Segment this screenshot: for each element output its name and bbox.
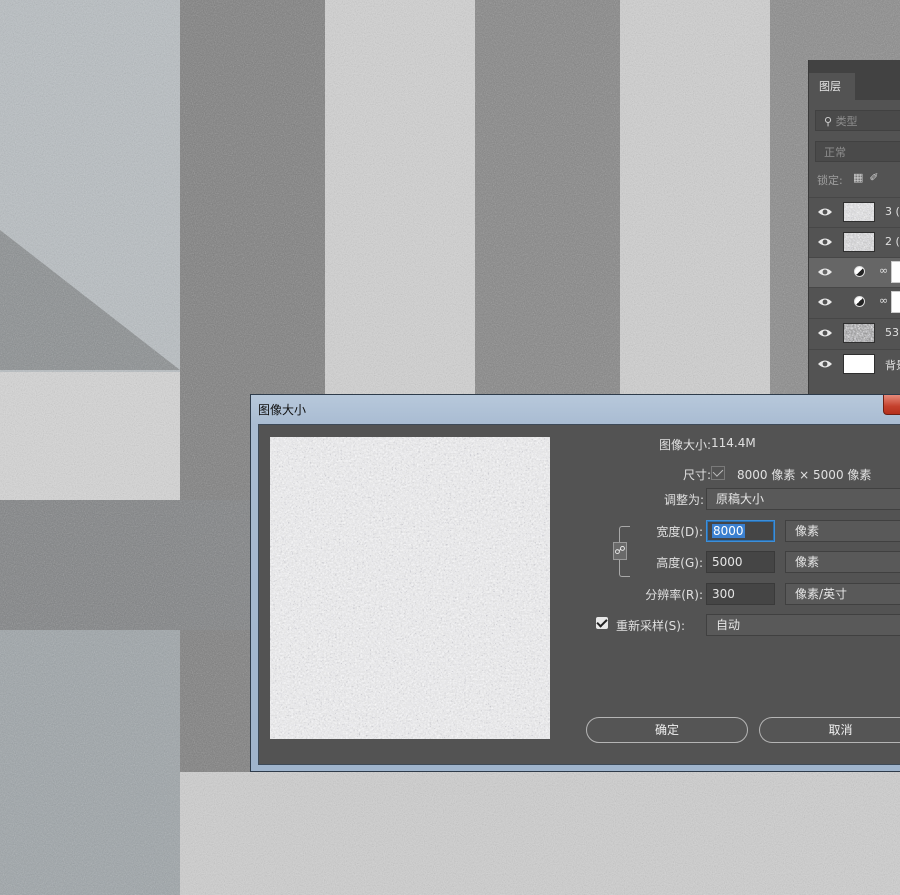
layer-thumbnail xyxy=(843,323,875,343)
eye-icon[interactable] xyxy=(817,236,833,248)
layer-filter-label: 类型 xyxy=(835,115,858,128)
layer-row[interactable]: 2 (2 xyxy=(809,227,900,257)
resample-label: 重新采样(S): xyxy=(616,619,686,633)
link-icon: ∞ xyxy=(879,294,889,307)
cancel-button[interactable]: 取消 xyxy=(759,717,900,743)
resolution-unit-select[interactable]: 像素/英寸 xyxy=(785,583,900,605)
adjustment-layer-icon xyxy=(854,266,865,277)
preview-texture xyxy=(270,437,550,739)
width-input[interactable]: 8000 xyxy=(706,520,775,542)
blend-mode-select[interactable]: 正常 xyxy=(815,141,900,162)
lock-transparent-icon[interactable]: ▦ xyxy=(853,171,869,184)
layer-row[interactable]: 3 ( xyxy=(809,197,900,227)
layer-row-selected[interactable]: ∞ xyxy=(809,257,900,287)
layer-name: 3 ( xyxy=(885,205,900,218)
resample-method-select[interactable]: 自动 xyxy=(706,614,900,636)
dimensions-value: 8000 像素 × 5000 像素 xyxy=(737,468,872,482)
image-size-dialog: 图像大小 图像大小: 114.4M 尺寸: 8000 像素 × 5000 像素 … xyxy=(250,394,900,772)
lock-icons: ▦✐ xyxy=(853,171,885,184)
layers-panel-tabbar: 图层 xyxy=(809,60,900,100)
tab-layers[interactable]: 图层 xyxy=(809,73,855,100)
resolution-input[interactable]: 300 xyxy=(706,583,775,605)
link-icon: ∞ xyxy=(879,264,889,277)
dialog-title: 图像大小 xyxy=(258,403,307,417)
adjustment-layer-icon xyxy=(854,296,865,307)
close-button[interactable] xyxy=(883,395,900,415)
layer-thumbnail xyxy=(843,232,875,252)
eye-icon[interactable] xyxy=(817,296,833,308)
layer-name: 53 xyxy=(885,326,899,339)
lock-paint-icon[interactable]: ✐ xyxy=(869,171,884,184)
search-icon: ⚲ xyxy=(824,115,833,128)
layer-row[interactable]: 53 xyxy=(809,318,900,348)
eye-icon[interactable] xyxy=(817,327,833,339)
height-label: 高度(G): xyxy=(656,556,703,570)
dimensions-menu-icon[interactable] xyxy=(711,466,725,480)
layer-name: 背景 xyxy=(885,359,900,372)
height-unit-select[interactable]: 像素 xyxy=(785,551,900,573)
layers-panel: 图层 ⚲ 类型 正常 锁定: ▦✐ 3 ( 2 (2 ∞ ∞ 53 背景 xyxy=(808,60,900,400)
resolution-label: 分辨率(R): xyxy=(645,588,703,602)
ok-button[interactable]: 确定 xyxy=(586,717,748,743)
dimensions-label: 尺寸: xyxy=(682,468,711,482)
layer-mask-thumbnail[interactable] xyxy=(891,261,900,283)
eye-icon[interactable] xyxy=(817,266,833,278)
eye-icon[interactable] xyxy=(817,206,833,218)
layer-mask-thumbnail[interactable] xyxy=(891,291,900,313)
height-input[interactable]: 5000 xyxy=(706,551,775,573)
layer-thumbnail xyxy=(843,202,875,222)
image-preview[interactable] xyxy=(270,437,550,739)
layer-thumbnail xyxy=(843,354,875,374)
dialog-body: 图像大小: 114.4M 尺寸: 8000 像素 × 5000 像素 调整为: … xyxy=(258,424,900,765)
layer-row[interactable]: 背景 xyxy=(809,349,900,379)
lock-label: 锁定: xyxy=(817,174,843,187)
width-input-value: 8000 xyxy=(712,524,745,538)
image-size-label: 图像大小: xyxy=(658,438,711,452)
width-label: 宽度(D): xyxy=(656,525,703,539)
eye-icon[interactable] xyxy=(817,358,833,370)
resample-checkbox[interactable] xyxy=(596,617,608,629)
layer-name: 2 (2 xyxy=(885,235,900,248)
layer-row[interactable]: ∞ xyxy=(809,287,900,317)
layer-filter-select[interactable]: ⚲ 类型 xyxy=(815,110,900,131)
image-size-value: 114.4M xyxy=(711,436,756,450)
fit-to-label: 调整为: xyxy=(663,493,704,507)
fit-to-select[interactable]: 原稿大小 xyxy=(706,488,900,510)
width-unit-select[interactable]: 像素 xyxy=(785,520,900,542)
